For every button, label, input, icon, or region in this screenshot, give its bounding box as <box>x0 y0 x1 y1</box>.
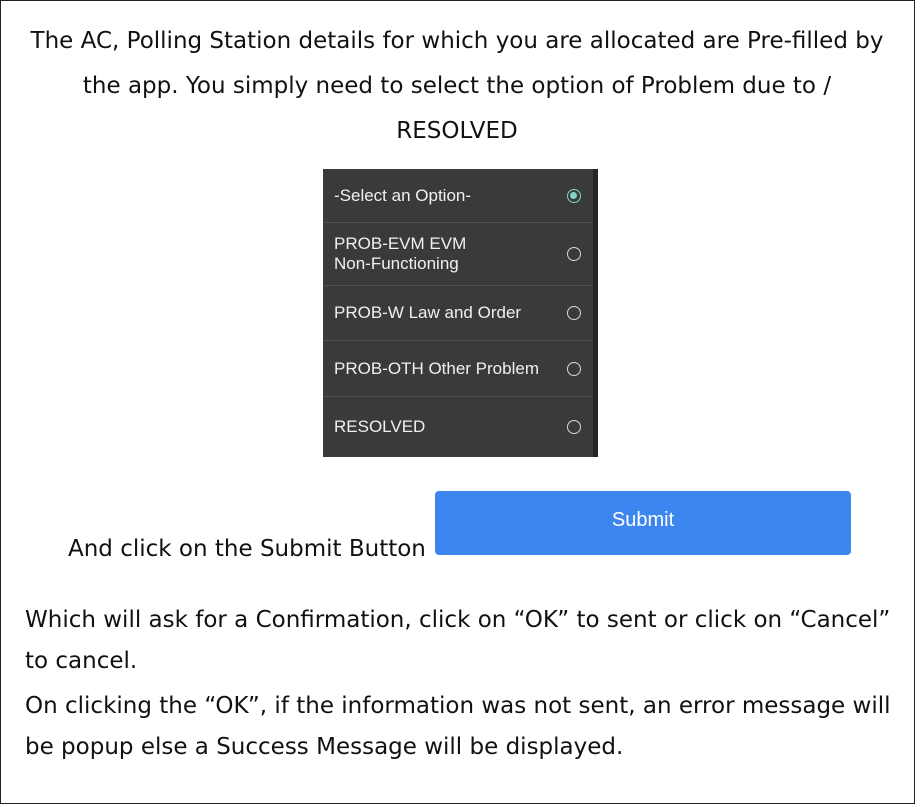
option-label: -Select an Option- <box>334 185 472 205</box>
intro-paragraph: The AC, Polling Station details for whic… <box>30 28 884 144</box>
submit-button[interactable]: Submit <box>435 491 851 555</box>
option-row-prob-oth[interactable]: PROB-OTH Other Problem <box>323 341 593 397</box>
option-radio-list: -Select an Option- PROB-EVM EVM Non-Func… <box>323 169 598 457</box>
submit-instruction: And click on the Submit Button <box>68 536 426 562</box>
option-label: RESOLVED <box>334 417 426 436</box>
result-paragraph: On clicking the “OK”, if the information… <box>25 693 891 760</box>
radio-selected-icon[interactable] <box>567 188 581 203</box>
scrollbar-edge <box>593 169 598 457</box>
option-row-select[interactable]: -Select an Option- <box>323 169 593 223</box>
radio-unselected-icon[interactable] <box>567 306 581 320</box>
radio-unselected-icon[interactable] <box>567 361 581 376</box>
option-row-prob-evm[interactable]: PROB-EVM EVM Non-Functioning <box>323 223 593 286</box>
radio-unselected-icon[interactable] <box>567 420 581 434</box>
option-row-prob-w[interactable]: PROB-W Law and Order <box>323 286 593 341</box>
document-frame: The AC, Polling Station details for whic… <box>0 0 915 804</box>
confirmation-paragraph: Which will ask for a Confirmation, click… <box>25 607 891 674</box>
option-label: PROB-OTH Other Problem <box>334 358 539 378</box>
option-label: PROB-W Law and Order <box>334 303 522 322</box>
radio-unselected-icon[interactable] <box>567 247 581 261</box>
option-label: PROB-EVM EVM Non-Functioning <box>334 234 467 273</box>
option-row-resolved[interactable]: RESOLVED <box>323 397 593 457</box>
